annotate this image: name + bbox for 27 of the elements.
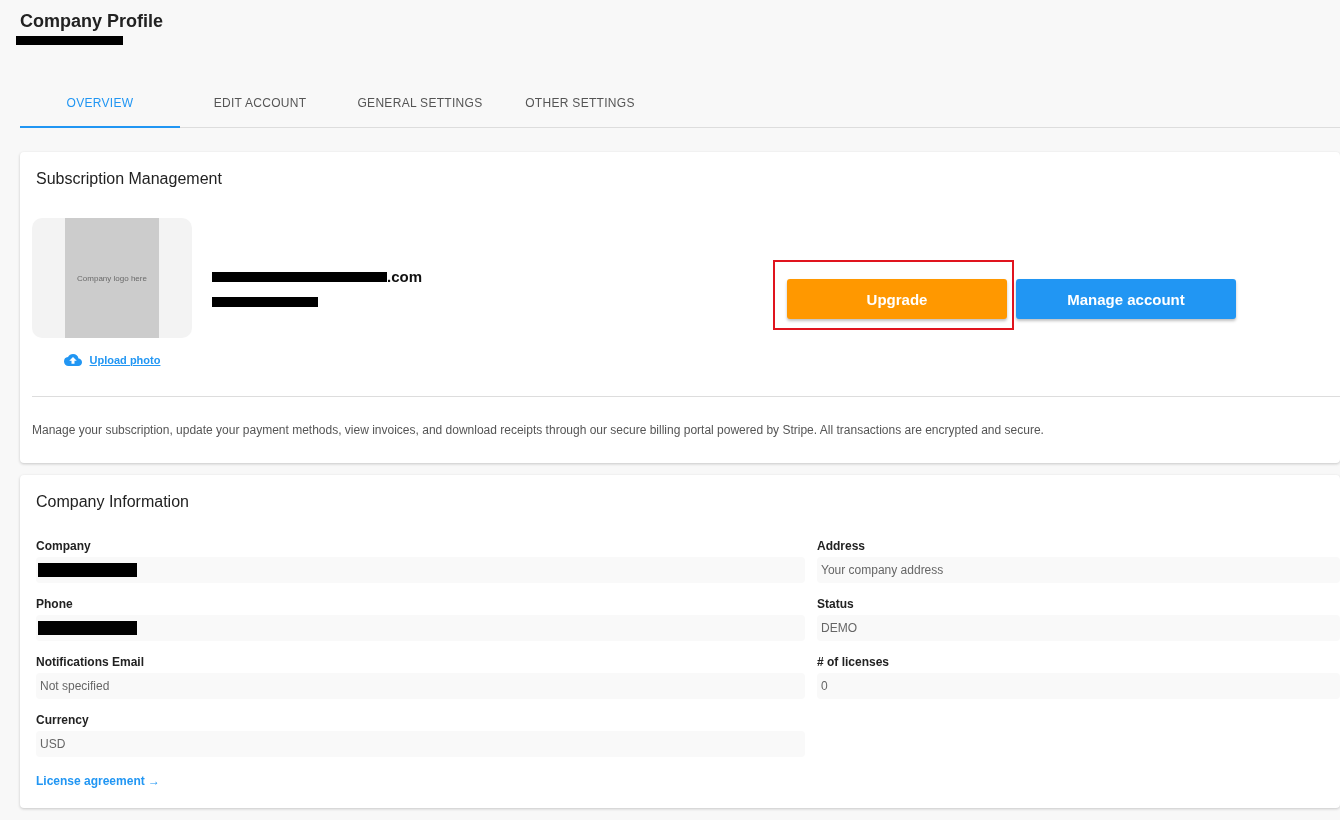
page-title: Company Profile	[20, 10, 165, 32]
field-label: # of licenses	[817, 655, 891, 671]
cloud-upload-icon[interactable]	[63, 351, 82, 369]
field-text: Not specified	[40, 679, 110, 693]
field-text: 0	[821, 679, 828, 693]
placeholder-text: Company logo here	[77, 273, 147, 283]
field-text: Your company address	[821, 563, 944, 577]
tab[interactable]: EDIT ACCOUNT	[180, 80, 340, 128]
card-title: Company Information	[35, 492, 190, 512]
manage-account-button[interactable]: Manage account	[1016, 279, 1236, 319]
field-text: DEMO	[821, 621, 857, 635]
field-label: Notifications Email	[36, 655, 146, 671]
field-label: Company	[36, 539, 92, 555]
description-text: Manage your subscription, update your payment methods, view invoices, and download receipts through our secure billing portal powered by Stripe. All transactions are encrypted and secure.	[32, 422, 1045, 439]
tab[interactable]: GENERAL SETTINGS	[340, 80, 500, 128]
field-text: USD	[40, 737, 66, 751]
tab[interactable]: OVERVIEW	[20, 80, 180, 128]
field-label: Phone	[36, 597, 74, 613]
upload-photo-link[interactable]: Upload photo	[89, 354, 161, 366]
field-label: Address	[817, 539, 867, 555]
license-agreement-link[interactable]: License agreement →	[36, 774, 161, 788]
tab[interactable]: OTHER SETTINGS	[500, 80, 660, 128]
email-text: .com	[387, 268, 422, 285]
field-label: Status	[817, 597, 855, 613]
card-title: Subscription Management	[35, 169, 223, 189]
field-label: Currency	[36, 713, 90, 729]
upgrade-button[interactable]: Upgrade	[787, 279, 1007, 319]
